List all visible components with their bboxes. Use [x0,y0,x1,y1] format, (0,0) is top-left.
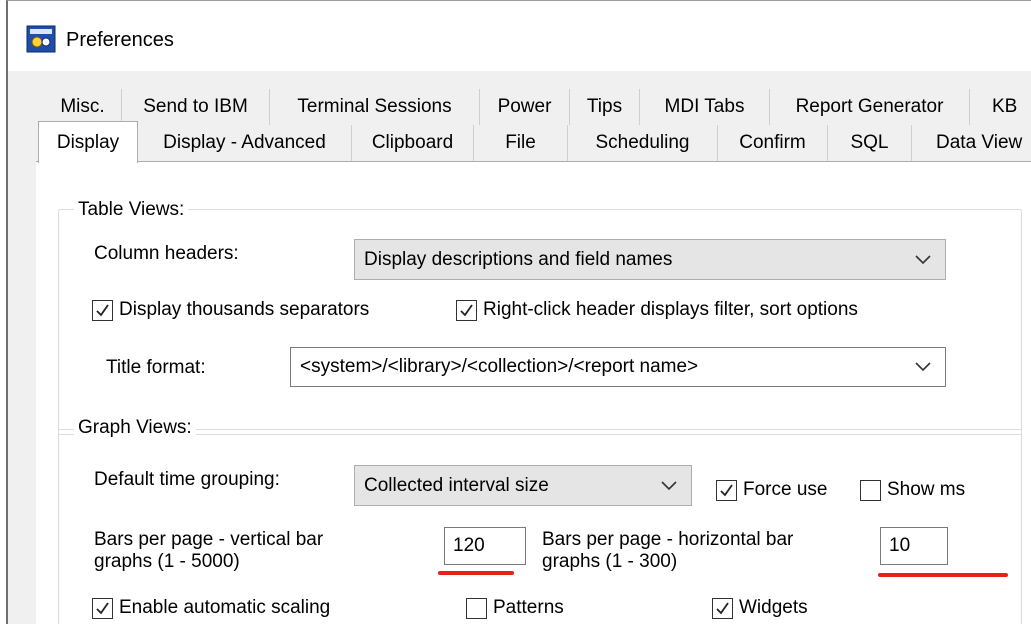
force-use-label: Force use [743,479,828,500]
window-title: Preferences [66,29,174,51]
checkbox-unchecked-icon [466,597,487,619]
thousands-separators-label: Display thousands separators [119,299,370,320]
right-click-header-label: Right-click header displays filter, sort… [483,299,858,320]
horizontal-bars-value: 10 [889,535,911,556]
tab-sql[interactable]: SQL [828,125,912,161]
force-use-checkbox[interactable]: Force use [716,479,827,501]
column-headers-value: Display descriptions and field names [364,248,673,270]
tab-misc[interactable]: Misc. [44,89,122,125]
horizontal-bars-input[interactable]: 10 [880,527,948,565]
vertical-bars-label-line-2: graphs (1 - 5000) [94,551,240,572]
tab-report-generator[interactable]: Report Generator [770,89,970,125]
tab-tips[interactable]: Tips [570,89,640,125]
checkbox-checked-icon [716,479,737,501]
tab-file[interactable]: File [474,125,568,161]
tab-send-to-ibm[interactable]: Send to IBM [122,89,270,125]
patterns-label: Patterns [493,597,564,618]
show-ms-checkbox[interactable]: Show ms [860,479,965,501]
vertical-bars-value: 120 [453,535,485,556]
column-headers-select[interactable]: Display descriptions and field names [354,239,946,280]
red-underline-annotation [438,571,514,575]
app-icon [26,25,56,53]
tab-confirm[interactable]: Confirm [718,125,828,161]
time-grouping-value: Collected interval size [364,474,549,496]
red-underline-annotation [878,573,1008,577]
tab-scheduling[interactable]: Scheduling [568,125,718,161]
tab-kb[interactable]: KB [970,89,1031,125]
column-headers-label: Column headers: [94,243,239,264]
checkbox-checked-icon [92,597,113,619]
checkbox-checked-icon [456,299,477,321]
checkbox-checked-icon [712,597,733,619]
right-click-header-checkbox[interactable]: Right-click header displays filter, sort… [456,299,858,321]
preferences-window: Preferences Misc. Send to IBM Terminal S… [6,0,1031,624]
default-time-grouping-label: Default time grouping: [94,469,280,490]
tab-display[interactable]: Display [38,121,138,163]
display-tab-panel: Table Views: Column headers: Display des… [36,161,1031,624]
show-ms-label: Show ms [887,479,966,500]
tab-power[interactable]: Power [480,89,570,125]
widgets-label: Widgets [739,597,808,618]
title-format-label: Title format: [106,357,206,378]
title-format-combobox[interactable]: <system>/<library>/<collection>/<report … [290,347,946,387]
horizontal-bars-label: Bars per page - horizontal bar graphs (1… [542,529,793,573]
vertical-bars-label-line-1: Bars per page - vertical bar [94,529,324,550]
chevron-down-icon [915,254,931,264]
table-views-label: Table Views: [74,199,189,221]
graph-views-label: Graph Views: [74,417,196,439]
automatic-scaling-checkbox[interactable]: Enable automatic scaling [92,597,330,619]
vertical-bars-label: Bars per page - vertical bar graphs (1 -… [94,529,323,573]
chevron-down-icon [661,480,677,490]
automatic-scaling-label: Enable automatic scaling [119,597,331,618]
checkbox-unchecked-icon [860,479,881,501]
widgets-checkbox[interactable]: Widgets [712,597,808,619]
horizontal-bars-label-line-1: Bars per page - horizontal bar [542,529,794,550]
tab-terminal-sessions[interactable]: Terminal Sessions [270,89,480,125]
tab-panel-border [36,161,1031,162]
graph-views-group [58,429,1022,624]
thousands-separators-checkbox[interactable]: Display thousands separators [92,299,369,321]
tab-clipboard[interactable]: Clipboard [352,125,474,161]
patterns-checkbox[interactable]: Patterns [466,597,564,619]
checkbox-checked-icon [92,299,113,321]
title-format-value: <system>/<library>/<collection>/<report … [300,356,699,377]
time-grouping-select[interactable]: Collected interval size [354,465,692,506]
title-bar: Preferences [8,1,1031,71]
vertical-bars-input[interactable]: 120 [444,527,526,565]
tab-data-view[interactable]: Data View [912,125,1031,161]
tab-mdi-tabs[interactable]: MDI Tabs [640,89,770,125]
chevron-down-icon [915,362,931,372]
tab-display-advanced[interactable]: Display - Advanced [138,125,352,161]
horizontal-bars-label-line-2: graphs (1 - 300) [542,551,678,572]
